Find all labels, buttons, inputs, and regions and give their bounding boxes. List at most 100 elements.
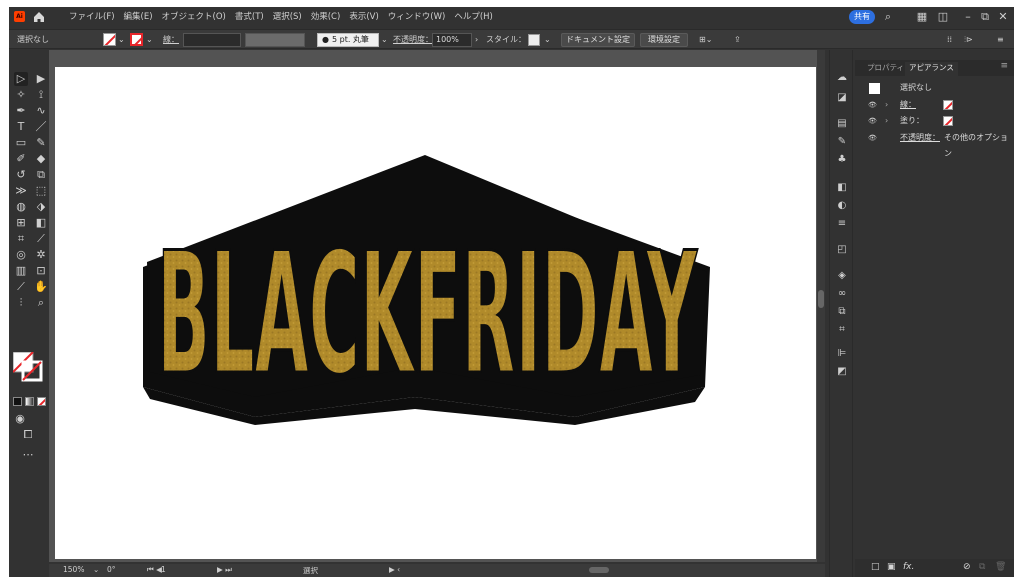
draw-mode-icon[interactable]: ◉ <box>13 412 27 426</box>
fill-stroke-swatches[interactable] <box>13 352 43 382</box>
appearance-stroke-row[interactable]: 👁 › 線： <box>855 97 1014 113</box>
status-arrow-icon[interactable]: ▶ ‹ <box>389 565 400 574</box>
menu-window[interactable]: ウィンドウ(W) <box>388 10 446 22</box>
opacity-row-value[interactable]: その他のオプション <box>944 130 1014 162</box>
add-fill-icon[interactable]: ▣ <box>887 562 896 572</box>
stroke-row-label[interactable]: 線： <box>900 97 916 113</box>
delete-item-icon[interactable]: 🗑 <box>995 562 1006 572</box>
minimize-icon[interactable]: – <box>962 11 974 23</box>
menu-object[interactable]: オブジェクト(O) <box>162 10 226 22</box>
pathfinder-icon[interactable]: ◩ <box>835 366 849 378</box>
properties-icon[interactable]: ◪ <box>835 92 849 104</box>
type-tool-icon[interactable]: T <box>14 120 28 134</box>
color-button[interactable] <box>13 397 22 406</box>
shape-builder-tool-icon[interactable]: ◍ <box>14 200 28 214</box>
layers-icon[interactable]: ◈ <box>835 270 849 282</box>
artboard-nav-first-icon[interactable]: ⏮ ◀ <box>147 565 162 575</box>
workspace-icon[interactable]: ◫ <box>937 11 949 23</box>
brushes-icon[interactable]: ✎ <box>835 136 849 148</box>
arrange-documents-icon[interactable]: ▦ <box>916 11 928 23</box>
screen-mode-icon[interactable]: ⧠ <box>21 428 35 442</box>
line-tool-icon[interactable]: ／ <box>34 120 48 134</box>
eraser-tool-icon[interactable]: ◆ <box>34 152 48 166</box>
transform-icon[interactable]: ⌗ <box>835 324 849 336</box>
style-swatch[interactable] <box>528 34 540 46</box>
menu-file[interactable]: ファイル(F) <box>69 10 115 22</box>
none-button[interactable] <box>37 397 46 406</box>
artboard-number[interactable]: 1 <box>161 565 166 574</box>
eye-icon[interactable]: 👁 <box>868 130 878 146</box>
tab-appearance[interactable]: アピアランス <box>905 62 958 76</box>
duplicate-item-icon[interactable]: ⧉ <box>979 562 985 572</box>
align-icon[interactable]: ⊞⌄ <box>699 34 712 46</box>
chevron-down-icon[interactable]: ⌄ <box>381 34 388 46</box>
shaper-tool-icon[interactable]: ✐ <box>14 152 28 166</box>
pen-tool-icon[interactable]: ✒ <box>14 104 28 118</box>
menu-type[interactable]: 書式(T) <box>235 10 264 22</box>
free-transform-tool-icon[interactable]: ⬚ <box>34 184 48 198</box>
stroke-weight-field[interactable] <box>183 33 241 47</box>
selection-tool-icon[interactable]: ▷ <box>14 72 28 86</box>
artboard[interactable]: BLACKFRIDAY <box>55 67 816 559</box>
color-guide-icon[interactable]: ▤ <box>835 118 849 130</box>
chevron-down-icon[interactable]: ⌄ <box>93 565 99 574</box>
panel-arrange-icon[interactable]: ⁞⁞ <box>947 34 952 46</box>
artboard-nav-next-icon[interactable]: ▶ ⏭ <box>217 565 232 575</box>
links-icon[interactable]: ∞ <box>835 288 849 300</box>
home-icon[interactable] <box>32 10 46 24</box>
gradient-button[interactable] <box>25 397 34 406</box>
toggle-panel-icon[interactable]: ⫶⊳ <box>964 34 973 46</box>
gradient-icon[interactable]: ◐ <box>835 200 849 212</box>
restore-icon[interactable]: ⧉ <box>979 11 991 23</box>
menu-help[interactable]: ヘルプ(H) <box>454 10 493 22</box>
variable-width-profile[interactable] <box>245 33 305 47</box>
stroke-none-swatch[interactable] <box>943 100 953 110</box>
rotation-value[interactable]: 0° <box>107 565 116 574</box>
zoom-level[interactable]: 150% <box>63 565 84 574</box>
share-export-icon[interactable]: ⇪ <box>734 34 741 46</box>
brush-definition[interactable]: ● 5 pt. 丸筆 <box>317 33 379 47</box>
artboard-tool-icon[interactable]: ⊡ <box>34 264 48 278</box>
black-friday-artwork[interactable]: BLACKFRIDAY <box>55 67 816 559</box>
paintbrush-tool-icon[interactable]: ✎ <box>34 136 48 150</box>
panel-menu-icon[interactable]: ≡ <box>1000 61 1008 71</box>
menu-edit[interactable]: 編集(E) <box>124 10 153 22</box>
libraries-icon[interactable]: ☁ <box>835 72 849 84</box>
opacity-field[interactable]: 100% <box>432 33 472 47</box>
transparency-icon[interactable]: ◰ <box>835 244 849 256</box>
vertical-scrollbar[interactable] <box>817 50 825 562</box>
column-graph-tool-icon[interactable]: ▥ <box>14 264 28 278</box>
chevron-down-icon[interactable]: ⌄ <box>118 34 125 46</box>
horizontal-scrollbar[interactable] <box>589 567 609 573</box>
stroke-swatch[interactable] <box>130 33 143 46</box>
zoom-tool-icon[interactable]: ⌕ <box>34 296 48 310</box>
share-button[interactable]: 共有 <box>849 10 875 24</box>
menu-view[interactable]: 表示(V) <box>349 10 378 22</box>
clear-appearance-icon[interactable]: ⊘ <box>963 562 971 572</box>
chevron-down-icon[interactable]: ⌄ <box>544 34 551 46</box>
swatches-icon[interactable]: ◧ <box>835 182 849 194</box>
opacity-label[interactable]: 不透明度： <box>393 34 433 46</box>
artboards-icon[interactable]: ⧉ <box>835 306 849 318</box>
appearance-opacity-row[interactable]: 👁 不透明度： その他のオプション <box>855 130 1014 158</box>
perspective-grid-tool-icon[interactable]: ⊞ <box>14 216 28 230</box>
stroke-icon[interactable]: ≡ <box>835 218 849 230</box>
eye-icon[interactable]: 👁 <box>868 97 878 113</box>
tab-properties[interactable]: プロパティ <box>863 62 908 76</box>
current-tool-status[interactable]: 選択 <box>303 565 318 576</box>
menu-select[interactable]: 選択(S) <box>273 10 302 22</box>
chevron-right-icon[interactable]: › <box>885 97 888 113</box>
chevron-right-icon[interactable]: › <box>475 34 478 46</box>
close-icon[interactable]: ✕ <box>997 11 1009 23</box>
fill-none-swatch[interactable] <box>943 116 953 126</box>
hand-tool-icon[interactable]: ✋ <box>34 280 48 294</box>
slice-tool-icon[interactable]: ⟋ <box>14 280 28 294</box>
search-icon[interactable]: ⌕ <box>882 11 894 23</box>
document-canvas[interactable]: BLACKFRIDAY <box>49 50 825 562</box>
rotate-tool-icon[interactable]: ↺ <box>14 168 28 182</box>
add-effect-icon[interactable]: fx. <box>903 562 914 572</box>
opacity-row-label[interactable]: 不透明度： <box>900 130 940 146</box>
fill-swatch[interactable] <box>103 33 116 46</box>
align-panel-icon[interactable]: ⊫ <box>835 348 849 360</box>
chevron-down-icon[interactable]: ⌄ <box>146 34 153 46</box>
